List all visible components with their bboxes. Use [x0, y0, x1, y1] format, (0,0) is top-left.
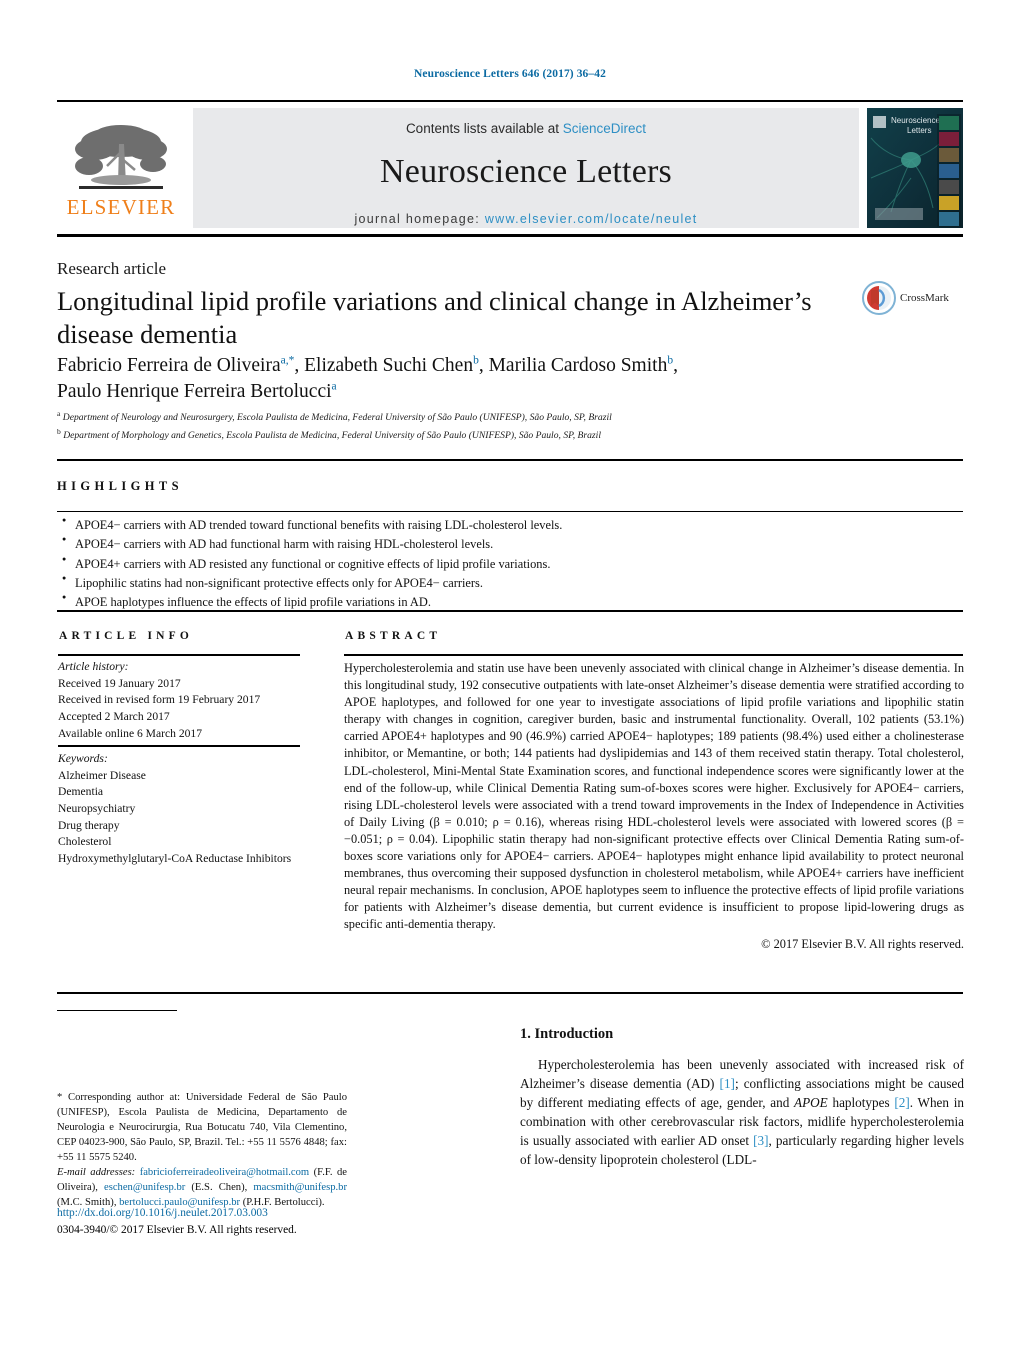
intro-part: haplotypes	[827, 1095, 895, 1110]
introduction-paragraph: Hypercholesterolemia has been unevenly a…	[520, 1055, 964, 1169]
article-info-heading: ARTICLE INFO	[59, 630, 194, 642]
author-name: Elizabeth Suchi Chen	[304, 355, 474, 376]
affiliation-mark: b	[57, 427, 61, 437]
divider	[58, 745, 300, 747]
masthead-center: Contents lists available at ScienceDirec…	[193, 108, 859, 228]
history-item: Available online 6 March 2017	[58, 726, 203, 740]
journal-homepage-link[interactable]: www.elsevier.com/locate/neulet	[485, 212, 698, 226]
author-name: Paulo Henrique Ferreira Bertolucci	[57, 381, 332, 403]
running-head: Neuroscience Letters 646 (2017) 36–42	[414, 68, 606, 80]
list-item: APOE4− carriers with AD had functional h…	[62, 534, 942, 554]
svg-text:Neuroscience: Neuroscience	[891, 116, 940, 125]
keywords-label: Keywords:	[58, 752, 108, 765]
citation-ref[interactable]: [2]	[894, 1095, 909, 1110]
elsevier-logo: ELSEVIER	[57, 102, 185, 234]
article-type-label: Research article	[57, 259, 167, 278]
author-name: Marilia Cardoso Smith	[488, 355, 668, 376]
divider	[344, 654, 963, 656]
issn-copyright-line: 0304-3940/© 2017 Elsevier B.V. All right…	[57, 1223, 297, 1236]
footnote-divider	[57, 1010, 177, 1011]
divider	[57, 511, 963, 512]
divider	[57, 992, 963, 994]
affiliation-mark: a	[57, 409, 61, 418]
affiliation-text: Department of Neurology and Neurosurgery…	[62, 412, 612, 424]
abstract-heading: ABSTRACT	[345, 630, 442, 642]
crossmark-icon	[862, 281, 896, 315]
email-link[interactable]: fabricioferreiradeoliveira@hotmail.com	[140, 1167, 309, 1178]
elsevier-tree-icon	[75, 125, 167, 189]
corresponding-author-note: * Corresponding author at: Universidade …	[57, 1092, 347, 1209]
keyword-item: Alzheimer Disease	[58, 768, 146, 782]
keyword-item: Dementia	[58, 785, 104, 799]
article-history: Article history: Received 19 January 201…	[58, 659, 308, 742]
email-owner: (E.S. Chen)	[191, 1182, 245, 1194]
journal-homepage-line: journal homepage: www.elsevier.com/locat…	[354, 212, 697, 226]
article-history-label: Article history:	[58, 660, 129, 673]
keyword-item: Cholesterol	[58, 835, 112, 849]
author-list: Fabricio Ferreira de Oliveiraa,*, Elizab…	[57, 354, 678, 403]
sciencedirect-link[interactable]: ScienceDirect	[563, 121, 646, 136]
cover-art-icon: Neuroscience Letters	[867, 108, 963, 228]
highlights-list: APOE4− carriers with AD trended toward f…	[62, 515, 942, 612]
author-mark: b	[473, 354, 479, 367]
keywords-block: Keywords: Alzheimer Disease Dementia Neu…	[58, 751, 308, 868]
elsevier-wordmark: ELSEVIER	[66, 195, 176, 219]
list-item: APOE4− carriers with AD trended toward f…	[62, 515, 942, 535]
journal-masthead: ELSEVIER Contents lists available at Sci…	[57, 100, 963, 237]
crossmark-label: CrossMark	[900, 292, 949, 304]
affiliation-item: b Department of Morphology and Genetics,…	[57, 426, 957, 444]
homepage-prefix: journal homepage:	[354, 212, 485, 226]
affiliation-item: a Department of Neurology and Neurosurge…	[57, 408, 957, 426]
history-item: Accepted 2 March 2017	[58, 710, 170, 724]
journal-title: Neuroscience Letters	[380, 153, 672, 190]
doi-link[interactable]: http://dx.doi.org/10.1016/j.neulet.2017.…	[57, 1205, 387, 1222]
abstract-body: Hypercholesterolemia and statin use have…	[344, 660, 964, 953]
email-addresses-label: E-mail addresses:	[57, 1167, 136, 1179]
keyword-item: Hydroxymethylglutaryl-CoA Reductase Inhi…	[58, 852, 292, 866]
keyword-item: Drug therapy	[58, 818, 120, 832]
list-item: APOE4+ carriers with AD resisted any fun…	[62, 554, 942, 574]
abstract-copyright: © 2017 Elsevier B.V. All rights reserved…	[761, 936, 964, 951]
author-name: Fabricio Ferreira de Oliveira	[57, 355, 281, 376]
article-page: Neuroscience Letters 646 (2017) 36–42 EL…	[0, 0, 1020, 1351]
journal-cover-thumbnail: Neuroscience Letters	[867, 108, 963, 228]
contents-line: Contents lists available at ScienceDirec…	[406, 121, 646, 136]
history-item: Received in revised form 19 February 201…	[58, 693, 261, 707]
author-mark: a,*	[280, 354, 295, 367]
intro-gene-italic: APOE	[794, 1095, 828, 1110]
introduction-column: 1. Introduction Hypercholesterolemia has…	[520, 1026, 964, 1169]
doi-block: http://dx.doi.org/10.1016/j.neulet.2017.…	[57, 1205, 387, 1238]
affiliation-list: a Department of Neurology and Neurosurge…	[57, 408, 957, 444]
corresponding-author-text: * Corresponding author at: Universidade …	[57, 1092, 347, 1164]
history-item: Received 19 January 2017	[58, 676, 181, 690]
list-item: Lipophilic statins had non-significant p…	[62, 573, 942, 593]
highlights-heading: HIGHLIGHTS	[57, 479, 183, 493]
divider	[58, 654, 300, 656]
affiliation-text: Department of Morphology and Genetics, E…	[63, 430, 601, 442]
section-heading-introduction: 1. Introduction	[520, 1026, 614, 1042]
svg-text:Letters: Letters	[907, 126, 931, 135]
author-mark: b	[667, 354, 674, 367]
crossmark-badge[interactable]: CrossMark	[862, 281, 949, 315]
abstract-text: Hypercholesterolemia and statin use have…	[344, 661, 964, 932]
citation-ref[interactable]: [1]	[720, 1076, 735, 1091]
email-link[interactable]: macsmith@unifesp.br	[253, 1182, 347, 1193]
citation-ref[interactable]: [3]	[753, 1133, 768, 1148]
author-mark: a	[331, 380, 337, 393]
keyword-item: Neuropsychiatry	[58, 802, 136, 816]
divider	[57, 459, 963, 461]
page-title: Longitudinal lipid profile variations an…	[57, 286, 812, 349]
email-link[interactable]: eschen@unifesp.br	[104, 1182, 185, 1193]
footnote-column	[57, 1010, 457, 1017]
contents-prefix: Contents lists available at	[405, 121, 563, 136]
divider	[57, 610, 963, 612]
